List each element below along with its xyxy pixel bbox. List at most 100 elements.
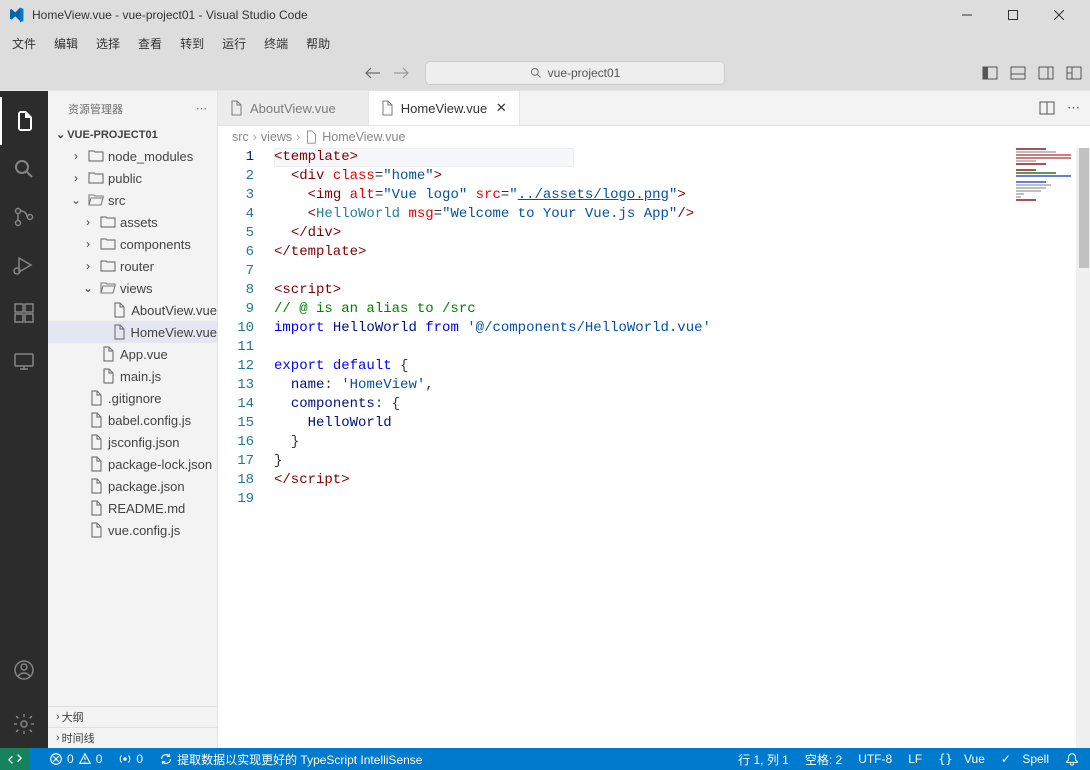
explorer-section-header[interactable]: ⌄ VUE-PROJECT01 xyxy=(48,126,217,143)
status-language[interactable]: {} Vue xyxy=(935,751,988,768)
tree-item-label: public xyxy=(108,171,142,186)
tree-item[interactable]: package-lock.json xyxy=(48,453,217,475)
menu-go[interactable]: 转到 xyxy=(172,33,212,54)
breadcrumb-item[interactable]: HomeView.vue xyxy=(322,130,405,144)
command-center: vue-project01 xyxy=(0,56,1090,91)
code-editor[interactable]: 12345678910111213141516171819 <template>… xyxy=(218,148,1090,748)
breadcrumbs[interactable]: src › views › HomeView.vue xyxy=(218,126,1090,148)
tree-item-label: App.vue xyxy=(120,347,168,362)
menu-help[interactable]: 帮助 xyxy=(298,33,338,54)
maximize-button[interactable] xyxy=(990,0,1036,30)
close-button[interactable] xyxy=(1036,0,1082,30)
tree-item[interactable]: main.js xyxy=(48,365,217,387)
status-indent[interactable]: 空格: 2 xyxy=(802,751,845,768)
tabbar: AboutView.vue ✕ HomeView.vue ✕ ⋯ xyxy=(218,91,1090,126)
close-icon[interactable]: ✕ xyxy=(493,100,509,116)
split-editor-icon[interactable] xyxy=(1039,100,1055,116)
chevron-right-icon: › xyxy=(56,732,60,744)
tree-item[interactable]: ›public xyxy=(48,167,217,189)
chevron-down-icon: ⌄ xyxy=(68,193,84,207)
sidebar-more-icon[interactable]: ⋯ xyxy=(196,102,207,115)
remote-indicator[interactable] xyxy=(0,748,30,770)
customize-layout-icon[interactable] xyxy=(1066,65,1082,81)
toggle-secondary-icon[interactable] xyxy=(1038,65,1054,81)
activity-search[interactable] xyxy=(0,145,48,193)
activity-settings[interactable] xyxy=(0,700,48,748)
chevron-down-icon: ⌄ xyxy=(80,281,96,295)
nav-back-icon[interactable] xyxy=(365,65,381,81)
tree-item[interactable]: ›router xyxy=(48,255,217,277)
status-problems[interactable]: 0 0 xyxy=(46,752,105,766)
status-spell[interactable]: ✓ Spell xyxy=(998,751,1052,768)
tree-item[interactable]: ⌄ src xyxy=(48,189,217,211)
scrollbar-vertical[interactable] xyxy=(1076,148,1090,748)
activity-debug[interactable] xyxy=(0,241,48,289)
tree-item[interactable]: ›assets xyxy=(48,211,217,233)
breadcrumb-item[interactable]: src xyxy=(232,130,249,144)
tab-aboutview[interactable]: AboutView.vue ✕ xyxy=(218,91,369,125)
chevron-right-icon: › xyxy=(296,130,300,144)
layout-controls xyxy=(982,65,1082,81)
chevron-right-icon: › xyxy=(80,215,96,229)
tree-item[interactable]: .gitignore xyxy=(48,387,217,409)
status-ports[interactable]: 0 xyxy=(115,752,146,766)
tree-item[interactable]: README.md xyxy=(48,497,217,519)
minimize-button[interactable] xyxy=(944,0,990,30)
command-center-search[interactable]: vue-project01 xyxy=(425,61,725,85)
activity-extensions[interactable] xyxy=(0,289,48,337)
status-line-col[interactable]: 行 1, 列 1 xyxy=(735,751,792,768)
gutter: 12345678910111213141516171819 xyxy=(218,148,274,748)
nav-forward-icon[interactable] xyxy=(393,65,409,81)
menu-edit[interactable]: 编辑 xyxy=(46,33,86,54)
editor-group: AboutView.vue ✕ HomeView.vue ✕ ⋯ src › v… xyxy=(218,91,1090,748)
breadcrumb-item[interactable]: views xyxy=(261,130,292,144)
tree-item[interactable]: AboutView.vue xyxy=(48,299,217,321)
menu-file[interactable]: 文件 xyxy=(4,33,44,54)
status-eol[interactable]: LF xyxy=(905,751,925,768)
tree-item[interactable]: package.json xyxy=(48,475,217,497)
sidebar-title: 资源管理器 xyxy=(68,101,196,117)
more-actions-icon[interactable]: ⋯ xyxy=(1067,100,1080,116)
status-ts-hint[interactable]: 提取数据以实现更好的 TypeScript IntelliSense xyxy=(156,751,425,768)
tree-item-label: package-lock.json xyxy=(108,457,212,472)
nav-arrows xyxy=(365,65,409,81)
toggle-sidebar-icon[interactable] xyxy=(982,65,998,81)
search-icon xyxy=(530,67,542,79)
activity-explorer[interactable] xyxy=(0,97,48,145)
tree-item[interactable]: HomeView.vue xyxy=(48,321,217,343)
menu-terminal[interactable]: 终端 xyxy=(256,33,296,54)
minimap[interactable] xyxy=(1016,148,1076,198)
tree-item[interactable]: babel.config.js xyxy=(48,409,217,431)
status-feedback[interactable] xyxy=(1062,751,1082,768)
tree-item-label: node_modules xyxy=(108,149,193,164)
outline-section[interactable]: › 大纲 xyxy=(48,707,217,727)
tree-item[interactable]: ⌄ views xyxy=(48,277,217,299)
tree-item[interactable]: jsconfig.json xyxy=(48,431,217,453)
tree-item-label: AboutView.vue xyxy=(131,303,217,318)
outline-label: 大纲 xyxy=(62,709,84,725)
titlebar: HomeView.vue - vue-project01 - Visual St… xyxy=(0,0,1090,30)
menu-selection[interactable]: 选择 xyxy=(88,33,128,54)
project-name: VUE-PROJECT01 xyxy=(67,129,157,141)
tree-item-label: babel.config.js xyxy=(108,413,191,428)
activity-accounts[interactable] xyxy=(0,646,48,694)
tree-item[interactable]: ›components xyxy=(48,233,217,255)
code-content[interactable]: <template> <div class="home"> <img alt="… xyxy=(274,148,1090,748)
menu-view[interactable]: 查看 xyxy=(130,33,170,54)
menu-run[interactable]: 运行 xyxy=(214,33,254,54)
tree-item-label: views xyxy=(120,281,153,296)
tree-item-label: src xyxy=(108,193,125,208)
activity-scm[interactable] xyxy=(0,193,48,241)
tab-homeview[interactable]: HomeView.vue ✕ xyxy=(369,91,520,125)
tree-item[interactable]: App.vue xyxy=(48,343,217,365)
chevron-right-icon: › xyxy=(80,237,96,251)
scrollbar-thumb[interactable] xyxy=(1079,148,1089,268)
tab-label: HomeView.vue xyxy=(401,101,487,116)
tree-item[interactable]: vue.config.js xyxy=(48,519,217,541)
main-area: 资源管理器 ⋯ ⌄ VUE-PROJECT01 ›node_modules›pu… xyxy=(0,91,1090,748)
status-encoding[interactable]: UTF-8 xyxy=(855,751,895,768)
timeline-section[interactable]: › 时间线 xyxy=(48,727,217,748)
activity-remote[interactable] xyxy=(0,337,48,385)
toggle-panel-icon[interactable] xyxy=(1010,65,1026,81)
tree-item[interactable]: ›node_modules xyxy=(48,145,217,167)
